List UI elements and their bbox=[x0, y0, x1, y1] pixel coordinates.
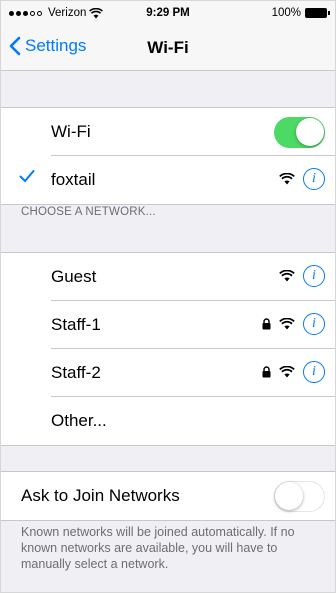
network-row-guest[interactable]: Guest i bbox=[1, 253, 335, 301]
info-icon[interactable]: i bbox=[303, 313, 325, 335]
network-row-staff-1[interactable]: Staff-1 i bbox=[1, 301, 335, 349]
page-title: Wi-Fi bbox=[147, 38, 189, 57]
other-network-row[interactable]: Other... bbox=[1, 397, 335, 445]
network-row-staff-2[interactable]: Staff-2 i bbox=[1, 349, 335, 397]
other-network-label: Other... bbox=[51, 411, 107, 430]
lock-icon bbox=[262, 366, 271, 378]
network-name: Guest bbox=[51, 267, 97, 286]
network-name: Staff-2 bbox=[51, 363, 101, 382]
connected-network-row[interactable]: foxtail i bbox=[1, 156, 335, 204]
wifi-group: Wi-Fi foxtail i bbox=[1, 107, 335, 205]
ask-to-join-footer: Known networks will be joined automatica… bbox=[21, 525, 295, 571]
wifi-settings-screen: Verizon 9:29 PM 100% Settings Wi-Fi Wi-F… bbox=[0, 0, 336, 593]
battery-indicator: 100% bbox=[271, 7, 330, 19]
connected-network-name: foxtail bbox=[51, 170, 96, 189]
info-icon[interactable]: i bbox=[303, 265, 325, 287]
wifi-toggle[interactable] bbox=[274, 117, 325, 148]
wifi-signal-icon bbox=[279, 270, 295, 282]
ask-to-join-toggle[interactable] bbox=[274, 481, 325, 512]
ask-to-join-group: Ask to Join Networks bbox=[1, 471, 335, 521]
lock-icon bbox=[262, 318, 271, 330]
wifi-signal-icon bbox=[279, 318, 295, 330]
info-icon[interactable]: i bbox=[303, 361, 325, 383]
checkmark-icon bbox=[19, 170, 35, 182]
network-list: Guest i Staff-1 i Staff-2 i Other... bbox=[1, 252, 335, 446]
wifi-signal-icon bbox=[279, 173, 295, 185]
ask-to-join-label: Ask to Join Networks bbox=[21, 486, 180, 505]
status-bar: Verizon 9:29 PM 100% bbox=[1, 1, 335, 27]
wifi-toggle-row: Wi-Fi bbox=[1, 108, 335, 156]
info-icon[interactable]: i bbox=[303, 168, 325, 190]
wifi-label: Wi-Fi bbox=[51, 122, 91, 141]
battery-icon bbox=[305, 8, 330, 18]
ask-to-join-row: Ask to Join Networks bbox=[1, 472, 335, 520]
battery-percentage: 100% bbox=[271, 7, 301, 19]
network-name: Staff-1 bbox=[51, 315, 101, 334]
navigation-bar: Settings Wi-Fi bbox=[1, 27, 335, 71]
section-header: CHOOSE A NETWORK... bbox=[21, 206, 156, 218]
wifi-signal-icon bbox=[279, 366, 295, 378]
